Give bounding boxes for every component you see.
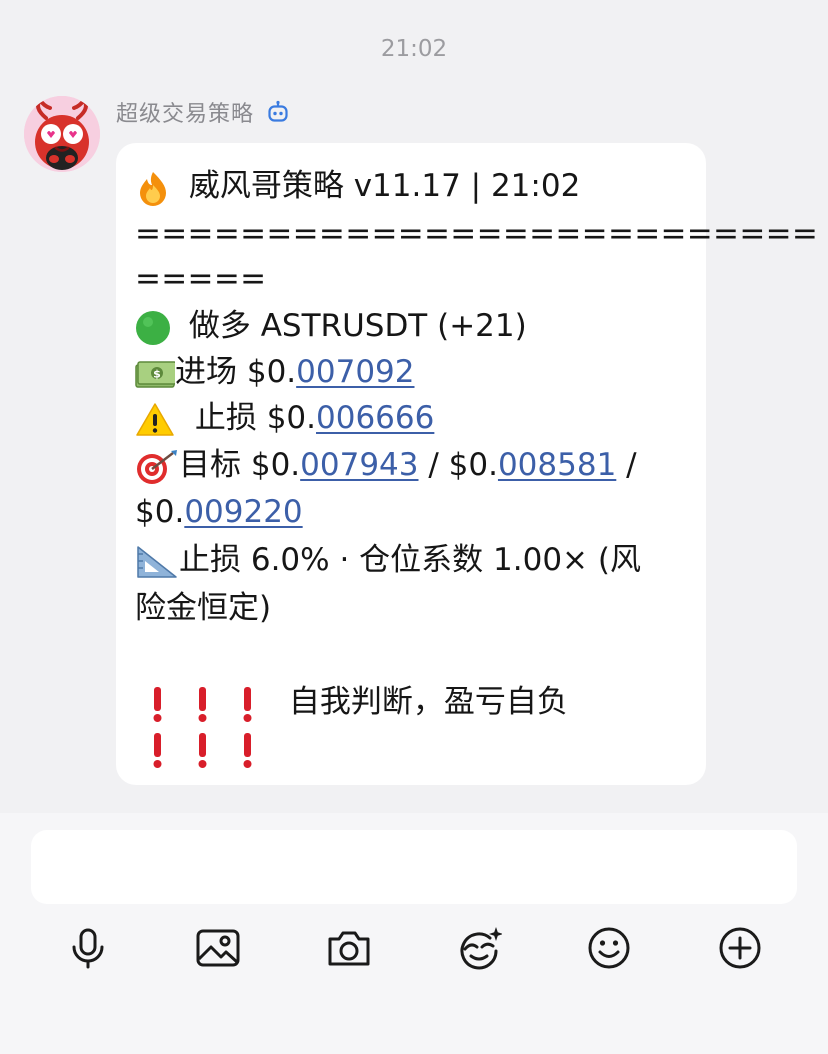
stop-line: 止损 $0.006666 bbox=[135, 395, 434, 441]
disclaimer-line-2 bbox=[135, 725, 275, 771]
target-icon bbox=[137, 449, 177, 484]
targets-line: 目标 $0.007943 / $0.008581 / bbox=[135, 442, 637, 488]
microphone-button[interactable] bbox=[63, 923, 113, 973]
triangle-ruler-icon bbox=[137, 545, 177, 578]
divider-line-2: ===== bbox=[135, 261, 267, 297]
target-separator-2: / bbox=[616, 447, 637, 483]
emoji-button[interactable] bbox=[584, 923, 634, 973]
target-3-line: $0.009220 bbox=[135, 489, 303, 535]
message-timestamp: 21:02 bbox=[380, 36, 448, 62]
image-button[interactable] bbox=[193, 923, 243, 973]
svg-text:$: $ bbox=[153, 367, 161, 380]
target-3-link[interactable]: 009220 bbox=[184, 494, 302, 530]
fire-icon bbox=[140, 171, 166, 206]
disclaimer-line: 自我判断，盈亏自负 bbox=[135, 679, 568, 725]
sender-avatar[interactable] bbox=[24, 96, 100, 172]
sender-header: 超级交易策略 bbox=[116, 96, 290, 128]
sticker-button[interactable] bbox=[454, 923, 504, 973]
green-circle-icon bbox=[136, 310, 170, 345]
message-title-line: 威风哥策略 v11.17 | 21:02 bbox=[135, 163, 580, 209]
emoji-icon bbox=[588, 927, 630, 969]
sticker-icon bbox=[460, 927, 502, 970]
image-icon bbox=[196, 929, 240, 967]
bot-icon bbox=[268, 100, 288, 122]
lobster-mascot-icon bbox=[24, 96, 100, 172]
camera-button[interactable] bbox=[324, 923, 374, 973]
entry-price-link[interactable]: 007092 bbox=[296, 354, 414, 390]
message-composer bbox=[0, 813, 828, 1054]
message-title: 威风哥策略 v11.17 | 21:02 bbox=[188, 168, 581, 204]
stop-label: 止损 $0. bbox=[194, 400, 317, 436]
stop-price-link[interactable]: 006666 bbox=[316, 400, 434, 436]
target-1-link[interactable]: 007943 bbox=[300, 447, 418, 483]
direction-line: 做多 ASTRUSDT (+21) bbox=[135, 303, 527, 349]
entry-line: $ 进场 $0.007092 bbox=[135, 349, 415, 395]
microphone-icon bbox=[72, 928, 104, 969]
entry-label: 进场 $0. bbox=[175, 354, 297, 390]
risk-line-2: 险金恒定) bbox=[135, 590, 272, 626]
risk-text-1: 止损 6.0% · 仓位系数 1.00× (风 bbox=[179, 542, 641, 578]
risk-line-1: 止损 6.0% · 仓位系数 1.00× (风 bbox=[135, 537, 641, 583]
target-2-link[interactable]: 008581 bbox=[498, 447, 616, 483]
message-input[interactable] bbox=[31, 830, 797, 904]
exclamation-icon bbox=[135, 725, 275, 771]
sender-name[interactable]: 超级交易策略 bbox=[116, 96, 254, 128]
camera-icon bbox=[328, 931, 370, 966]
targets-label: 目标 $0. bbox=[179, 447, 301, 483]
add-button[interactable] bbox=[715, 923, 765, 973]
warning-icon bbox=[136, 402, 174, 436]
target-separator-1: / $0. bbox=[418, 447, 498, 483]
disclaimer-text: 自我判断，盈亏自负 bbox=[288, 684, 568, 720]
direction-text: 做多 ASTRUSDT (+21) bbox=[188, 308, 527, 344]
exclamation-icon bbox=[135, 679, 275, 725]
add-icon bbox=[719, 927, 761, 969]
target-3-prefix: $0. bbox=[135, 494, 185, 530]
divider-line-1: ========================== bbox=[135, 216, 819, 252]
money-icon: $ bbox=[135, 360, 175, 388]
message-bubble[interactable]: 威风哥策略 v11.17 | 21:02 ===================… bbox=[116, 143, 818, 785]
